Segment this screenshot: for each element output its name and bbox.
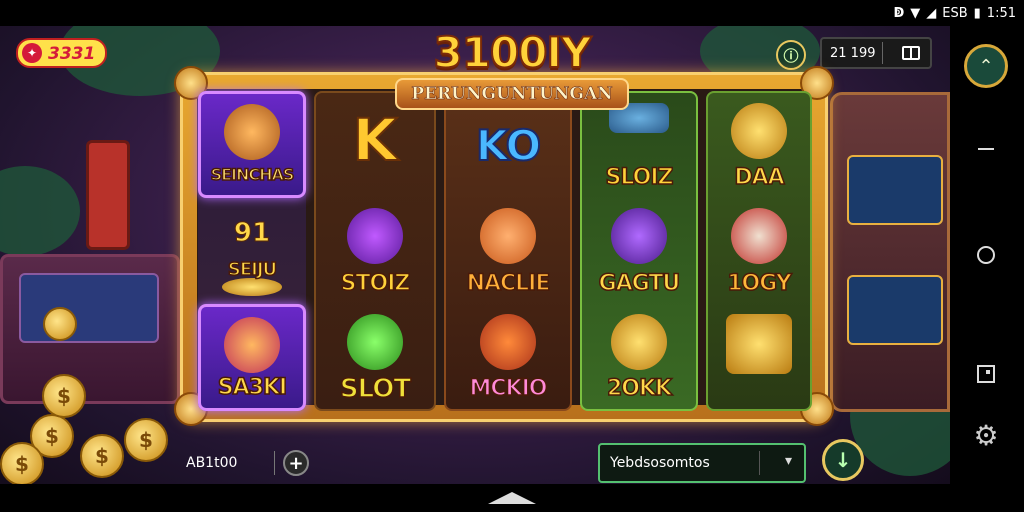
- app-logo[interactable]: ✦ 3331: [16, 38, 108, 68]
- logo-text: 3331: [48, 44, 96, 64]
- game-title: 3100IY: [433, 28, 593, 77]
- bet-control: AB1t00 +: [186, 446, 312, 480]
- chevron-down-icon: ▾: [784, 453, 792, 469]
- reel-symbol[interactable]: NACLIE: [446, 198, 570, 303]
- green-panther-icon: [347, 313, 403, 370]
- coin-pile-decor: $ $ $ $ $: [0, 374, 200, 484]
- emulator-side-bar: ⌃ ⚙: [950, 26, 1024, 484]
- totem-decor: [86, 140, 130, 250]
- info-icon: ⓘ: [783, 46, 799, 65]
- game-subtitle: PERUNGUNTUNGAN: [395, 78, 629, 110]
- reel-3: KO NACLIE MCKIO: [444, 91, 572, 411]
- purple-creature-icon: [611, 208, 667, 265]
- reel-symbol[interactable]: GAGTU: [582, 198, 696, 303]
- balance-display[interactable]: 21 199: [820, 37, 932, 69]
- coin-icon: [43, 307, 77, 341]
- info-button[interactable]: ⓘ: [776, 40, 806, 70]
- battery-icon: ▮: [973, 5, 981, 21]
- menu-grid-icon[interactable]: [902, 46, 920, 60]
- notification-icon: ↁ: [893, 5, 905, 21]
- coin-icon: $: [42, 374, 86, 418]
- minimize-icon[interactable]: [978, 148, 994, 150]
- clock: 1:51: [986, 5, 1016, 21]
- divider: [274, 451, 275, 475]
- symbol-number: 91: [233, 217, 271, 248]
- settings-gear-icon[interactable]: ⚙: [972, 422, 1000, 450]
- gold-pot-icon: [731, 103, 787, 159]
- coin-icon: $: [124, 418, 168, 462]
- wifi-icon: ▼: [910, 5, 921, 21]
- game-title-banner: 3100IY PERUNGUNTUNGAN: [388, 28, 636, 120]
- sun-lion-icon: [480, 313, 536, 370]
- balance-value: 21 199: [830, 45, 876, 61]
- reel-2: K STOIZ SLOT: [314, 91, 436, 411]
- reel-symbol[interactable]: 1OGY: [708, 198, 810, 303]
- home-handle-icon[interactable]: [488, 492, 536, 504]
- battery-label: ESB: [942, 5, 968, 21]
- gold-speaker-icon: [726, 313, 792, 374]
- increase-bet-button[interactable]: +: [283, 450, 309, 476]
- status-bar: ↁ ▼ ◢ ESB ▮ 1:51: [0, 0, 1024, 26]
- wizard-hat-icon: [347, 208, 403, 265]
- machine-screen-decor: [847, 275, 943, 345]
- logo-icon: ✦: [22, 43, 42, 63]
- select-value: Yebdsosomtos: [610, 455, 710, 471]
- reel-symbol[interactable]: STOIZ: [316, 198, 434, 303]
- game-select-dropdown[interactable]: Yebdsosomtos ▾: [598, 443, 806, 483]
- reel-symbol[interactable]: SA3KI: [198, 304, 306, 411]
- home-icon[interactable]: [977, 246, 995, 264]
- signal-icon: ◢: [926, 5, 937, 21]
- reel-symbol[interactable]: DAA: [708, 93, 810, 198]
- old-wizard-icon: [731, 208, 787, 265]
- reel-symbol[interactable]: MCKIO: [446, 304, 570, 409]
- screen: ↁ ▼ ◢ ESB ▮ 1:51 $ $ $ $ $ ✦ 3331 ⓘ 21 1…: [0, 0, 1024, 512]
- coin-icon: $: [0, 442, 44, 484]
- reel-symbol[interactable]: 2OKK: [582, 304, 696, 409]
- divider: [882, 42, 883, 64]
- lion-icon: [224, 104, 280, 160]
- gold-gear-icon: [611, 313, 667, 370]
- background-slot-machine: [830, 92, 950, 412]
- fox-icon: [480, 208, 536, 265]
- plus-icon: +: [288, 452, 304, 474]
- app-shortcut-button[interactable]: ⌃: [964, 44, 1008, 88]
- system-nav-bar: [0, 484, 1024, 512]
- machine-screen-decor: [19, 273, 159, 343]
- reel-4: SLOIZ GAGTU 2OKK: [580, 91, 698, 411]
- spin-button[interactable]: ↓: [822, 439, 864, 481]
- machine-screen-decor: [847, 155, 943, 225]
- reel-5: DAA 1OGY: [706, 91, 812, 411]
- coin-icon: $: [80, 434, 124, 478]
- app-shortcut-icon: ⌃: [978, 55, 994, 77]
- reel-symbol[interactable]: SLOT: [316, 304, 434, 409]
- bet-label: AB1t00: [186, 455, 238, 471]
- hat-lion-icon: [224, 317, 280, 374]
- divider: [759, 451, 760, 475]
- reel-1: SEINCHAS 91 SEIJU SA3KI: [198, 91, 306, 411]
- palm-leaf-decor: [0, 166, 80, 256]
- reel-symbol[interactable]: [708, 304, 810, 409]
- download-icon: ↓: [834, 448, 852, 472]
- reel-symbol[interactable]: 91 SEIJU: [198, 198, 306, 305]
- recents-icon[interactable]: [977, 365, 995, 383]
- reel-symbol[interactable]: SEINCHAS: [198, 91, 306, 198]
